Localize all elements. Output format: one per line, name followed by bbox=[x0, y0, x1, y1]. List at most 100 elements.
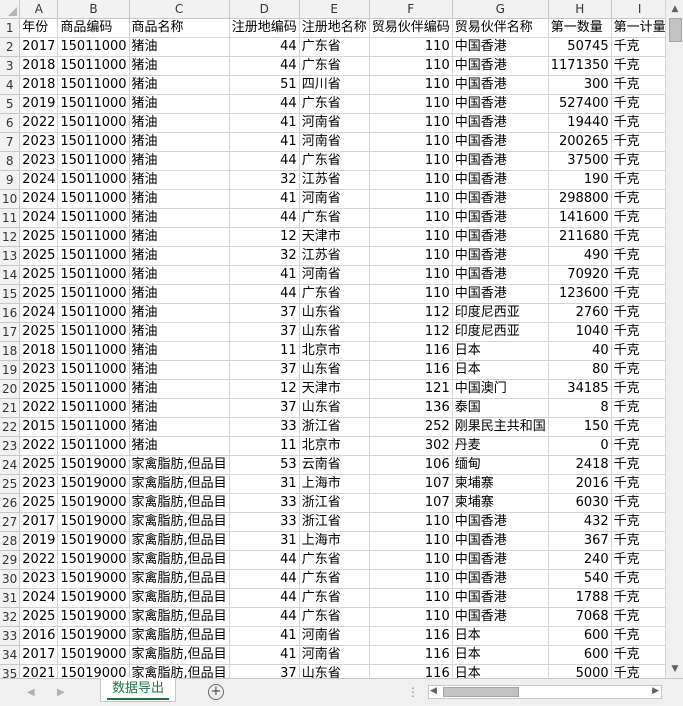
cell[interactable]: 家禽脂肪,但品目 bbox=[129, 588, 230, 608]
row-header[interactable]: 34 bbox=[0, 645, 21, 665]
cell[interactable]: 广东省 bbox=[299, 56, 370, 76]
cell[interactable]: 注册地名称 bbox=[299, 18, 370, 38]
cell[interactable]: 千克 bbox=[611, 265, 665, 285]
cell[interactable]: 44 bbox=[229, 550, 300, 570]
cell[interactable]: 240 bbox=[548, 550, 612, 570]
cell[interactable]: 110 bbox=[369, 569, 453, 589]
cell[interactable]: 中国香港 bbox=[452, 246, 549, 266]
scroll-up-icon[interactable]: ▲ bbox=[669, 3, 681, 15]
row-header[interactable]: 32 bbox=[0, 607, 21, 627]
cell[interactable]: 上海市 bbox=[299, 531, 370, 551]
cell[interactable]: 112 bbox=[369, 303, 453, 323]
cell[interactable]: 110 bbox=[369, 94, 453, 114]
row-header[interactable]: 24 bbox=[0, 455, 21, 475]
cell[interactable]: 山东省 bbox=[299, 322, 370, 342]
cell[interactable]: 15019000 bbox=[57, 455, 130, 475]
cell[interactable]: 猪油 bbox=[129, 246, 230, 266]
cell[interactable]: 千克 bbox=[611, 94, 665, 114]
row-header[interactable]: 7 bbox=[0, 132, 21, 152]
cell[interactable]: 河南省 bbox=[299, 265, 370, 285]
cell[interactable]: 猪油 bbox=[129, 436, 230, 456]
cell[interactable]: 千克 bbox=[611, 284, 665, 304]
cell[interactable]: 50745 bbox=[548, 37, 612, 57]
cell[interactable]: 千克 bbox=[611, 417, 665, 437]
cell[interactable]: 家禽脂肪,但品目 bbox=[129, 512, 230, 532]
cell[interactable]: 江苏省 bbox=[299, 246, 370, 266]
cell[interactable]: 37 bbox=[229, 322, 300, 342]
cell[interactable]: 云南省 bbox=[299, 455, 370, 475]
cell[interactable]: 51 bbox=[229, 75, 300, 95]
vertical-scrollbar[interactable]: ▲ ▼ bbox=[665, 0, 683, 678]
cell[interactable]: 15011000 bbox=[57, 436, 130, 456]
cell[interactable]: 15011000 bbox=[57, 56, 130, 76]
cell[interactable]: 家禽脂肪,但品目 bbox=[129, 493, 230, 513]
cell[interactable]: 日本 bbox=[452, 360, 549, 380]
cell[interactable]: 印度尼西亚 bbox=[452, 303, 549, 323]
cell[interactable]: 2023 bbox=[19, 151, 59, 171]
cell[interactable]: 浙江省 bbox=[299, 512, 370, 532]
cell[interactable]: 44 bbox=[229, 56, 300, 76]
column-header-d[interactable]: D bbox=[229, 0, 300, 19]
cell[interactable]: 猪油 bbox=[129, 398, 230, 418]
cell[interactable]: 千克 bbox=[611, 113, 665, 133]
cell[interactable]: 2022 bbox=[19, 436, 59, 456]
cell[interactable]: 41 bbox=[229, 113, 300, 133]
cell[interactable]: 2022 bbox=[19, 550, 59, 570]
cell[interactable]: 37 bbox=[229, 664, 300, 678]
cell[interactable]: 15011000 bbox=[57, 284, 130, 304]
cell[interactable]: 37 bbox=[229, 398, 300, 418]
cell[interactable]: 中国香港 bbox=[452, 151, 549, 171]
cell[interactable]: 千克 bbox=[611, 246, 665, 266]
cell[interactable]: 1788 bbox=[548, 588, 612, 608]
row-header[interactable]: 33 bbox=[0, 626, 21, 646]
cell[interactable]: 15011000 bbox=[57, 227, 130, 247]
cell[interactable]: 15011000 bbox=[57, 37, 130, 57]
cell[interactable]: 15011000 bbox=[57, 132, 130, 152]
cell[interactable]: 北京市 bbox=[299, 341, 370, 361]
cell[interactable]: 猪油 bbox=[129, 303, 230, 323]
cell[interactable]: 中国香港 bbox=[452, 531, 549, 551]
cell[interactable]: 家禽脂肪,但品目 bbox=[129, 626, 230, 646]
cell[interactable]: 106 bbox=[369, 455, 453, 475]
cell[interactable]: 四川省 bbox=[299, 75, 370, 95]
cell[interactable]: 山东省 bbox=[299, 360, 370, 380]
cell[interactable]: 中国香港 bbox=[452, 75, 549, 95]
cell[interactable]: 15011000 bbox=[57, 322, 130, 342]
scroll-down-icon[interactable]: ▼ bbox=[669, 663, 681, 675]
cell[interactable]: 千克 bbox=[611, 645, 665, 665]
cell[interactable]: 2017 bbox=[19, 645, 59, 665]
cell[interactable]: 猪油 bbox=[129, 208, 230, 228]
cell[interactable]: 15019000 bbox=[57, 493, 130, 513]
cell[interactable]: 0 bbox=[548, 436, 612, 456]
column-header-e[interactable]: E bbox=[299, 0, 370, 19]
row-header[interactable]: 26 bbox=[0, 493, 21, 513]
cell[interactable]: 千克 bbox=[611, 170, 665, 190]
cell[interactable]: 44 bbox=[229, 607, 300, 627]
cell[interactable]: 河南省 bbox=[299, 626, 370, 646]
row-header[interactable]: 15 bbox=[0, 284, 21, 304]
cell[interactable]: 千克 bbox=[611, 208, 665, 228]
cell[interactable]: 2023 bbox=[19, 474, 59, 494]
vertical-dots-icon[interactable]: ⋮ bbox=[407, 685, 419, 699]
cell[interactable]: 日本 bbox=[452, 341, 549, 361]
row-header[interactable]: 8 bbox=[0, 151, 21, 171]
horizontal-scrollbar[interactable]: ◀ ▶ bbox=[428, 685, 662, 699]
cell[interactable]: 广东省 bbox=[299, 151, 370, 171]
cell[interactable]: 600 bbox=[548, 645, 612, 665]
cell[interactable]: 15019000 bbox=[57, 645, 130, 665]
cell[interactable]: 家禽脂肪,但品目 bbox=[129, 474, 230, 494]
row-header[interactable]: 18 bbox=[0, 341, 21, 361]
row-header[interactable]: 2 bbox=[0, 37, 21, 57]
cell[interactable]: 33 bbox=[229, 512, 300, 532]
cell[interactable]: 44 bbox=[229, 208, 300, 228]
cell[interactable]: 家禽脂肪,但品目 bbox=[129, 569, 230, 589]
cell[interactable]: 猪油 bbox=[129, 151, 230, 171]
cell[interactable]: 刚果民主共和国 bbox=[452, 417, 549, 437]
cell[interactable]: 中国香港 bbox=[452, 588, 549, 608]
cell[interactable]: 15011000 bbox=[57, 94, 130, 114]
cell[interactable]: 中国香港 bbox=[452, 208, 549, 228]
cell[interactable]: 110 bbox=[369, 113, 453, 133]
cell[interactable]: 商品名称 bbox=[129, 18, 230, 38]
row-header[interactable]: 12 bbox=[0, 227, 21, 247]
cell[interactable]: 河南省 bbox=[299, 645, 370, 665]
